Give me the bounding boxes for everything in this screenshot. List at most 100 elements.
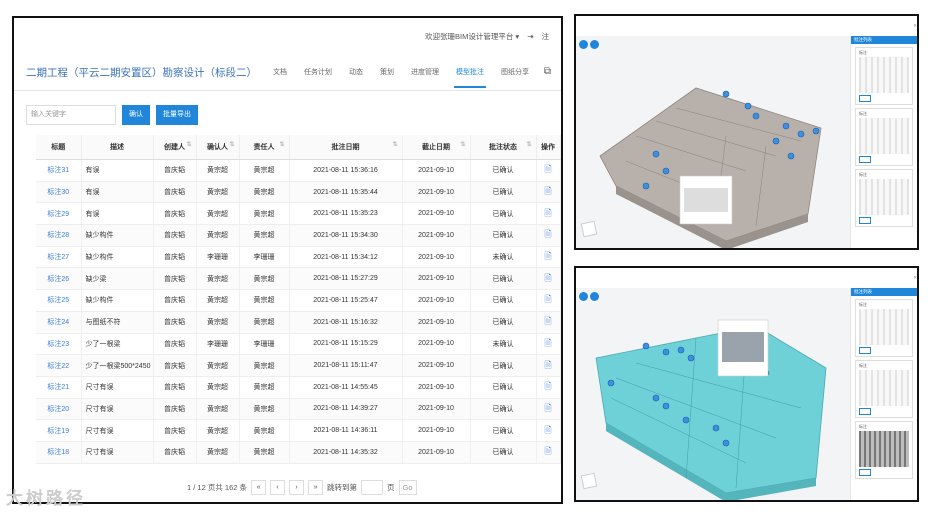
document-icon[interactable]: 🗎 [544, 229, 551, 239]
first-page-button[interactable]: « [251, 480, 267, 495]
table-row[interactable]: 标注23 少了一根梁 曾庆韬 李珊珊 李珊珊 2021-08-11 15:15:29 202… [36, 333, 561, 356]
cell-desc: 缺少构件 [81, 246, 154, 269]
cell-title[interactable]: 标注27 [36, 246, 82, 269]
table-row[interactable]: 标注29 有误 曾庆韬 黄宗超 黄宗超 2021-08-11 15:35:23 2021-0… [36, 202, 561, 226]
page-jump-input[interactable] [361, 480, 384, 495]
search-icon[interactable] [590, 40, 599, 49]
tab-4[interactable]: 进度管理 [411, 56, 439, 88]
table-row[interactable]: 标注18 尺寸有误 曾庆韬 黄宗超 黄宗超 2021-08-11 14:35:32 2021… [36, 441, 561, 464]
annotation-card[interactable]: 标注 [855, 108, 913, 166]
home-icon[interactable] [579, 292, 588, 301]
card-button[interactable] [859, 408, 871, 415]
document-icon[interactable]: 🗎 [544, 251, 551, 261]
batch-export-button[interactable]: 批量导出 [156, 105, 198, 125]
column-header[interactable]: 描述 [81, 135, 154, 160]
cell-title[interactable]: 标注18 [36, 441, 82, 464]
3d-scene[interactable] [576, 288, 852, 500]
cell-title[interactable]: 标注31 [36, 159, 82, 182]
exit-label[interactable]: 注 [542, 31, 550, 42]
card-button[interactable] [859, 217, 871, 224]
table-row[interactable]: 标注28 缺少构件 曾庆韬 黄宗超 黄宗超 2021-08-11 15:34:30 2021… [36, 224, 561, 247]
document-icon[interactable]: 🗎 [544, 273, 551, 283]
column-header[interactable]: 确认人 ⇅ [196, 135, 240, 160]
annotation-card[interactable]: 标注 [855, 169, 913, 227]
table-row[interactable]: 标注22 少了一根梁500*2450 曾庆韬 黄宗超 黄宗超 2021-08-11 15:… [36, 354, 561, 377]
sort-icon[interactable]: ⇅ [526, 141, 531, 148]
document-icon[interactable]: 🗎 [544, 164, 551, 174]
document-icon[interactable]: 🗎 [544, 403, 551, 413]
cell-title[interactable]: 标注24 [36, 311, 82, 334]
tab-3[interactable]: 策划 [380, 56, 394, 88]
document-icon[interactable]: 🗎 [544, 316, 551, 326]
column-header[interactable]: 创建人 ⇅ [153, 135, 197, 160]
sort-icon[interactable]: ⇅ [279, 141, 284, 148]
keyword-search-input[interactable]: 输入关键字 [26, 105, 116, 125]
table-row[interactable]: 标注25 缺少构件 曾庆韬 黄宗超 黄宗超 2021-08-11 15:25:47 2021… [36, 289, 561, 312]
table-row[interactable]: 标注26 缺少梁 曾庆韬 黄宗超 黄宗超 2021-08-11 15:27:29 2021-… [36, 267, 561, 291]
confirm-button[interactable]: 确认 [122, 105, 150, 125]
3d-scene[interactable] [576, 36, 852, 248]
go-button[interactable]: Go [398, 480, 417, 495]
prev-page-button[interactable]: ‹ [270, 480, 286, 495]
search-icon[interactable] [590, 292, 599, 301]
annotation-card[interactable]: 标注 [855, 47, 913, 105]
column-header[interactable]: 标题 [36, 135, 82, 160]
sort-icon[interactable]: ⇅ [229, 141, 234, 148]
close-icon[interactable]: ✕ [913, 275, 917, 281]
tab-6[interactable]: 图纸分享 [501, 56, 529, 88]
table-row[interactable]: 标注27 缺少构件 曾庆韬 李珊珊 李珊珊 2021-08-11 15:34:12 2021… [36, 246, 561, 269]
column-header[interactable]: 批注状态 ⇅ [470, 135, 537, 160]
cell-title[interactable]: 标注19 [36, 419, 82, 442]
card-button[interactable] [859, 156, 871, 163]
annotation-card[interactable]: 标注 [855, 360, 913, 418]
view-cube[interactable] [580, 220, 598, 238]
next-page-button[interactable]: › [289, 480, 305, 495]
cell-title[interactable]: 标注28 [36, 224, 82, 247]
card-button[interactable] [859, 347, 871, 354]
card-button[interactable] [859, 95, 871, 102]
annotation-card[interactable]: 标注 [855, 299, 913, 357]
document-icon[interactable]: 🗎 [544, 360, 551, 370]
document-icon[interactable]: 🗎 [544, 338, 551, 348]
last-page-button[interactable]: » [308, 480, 324, 495]
external-link-icon[interactable]: ⧉ [544, 66, 551, 77]
card-button[interactable] [859, 469, 871, 476]
document-icon[interactable]: 🗎 [544, 186, 551, 196]
table-row[interactable]: 标注24 与图纸不符 曾庆韬 黄宗超 黄宗超 2021-08-11 15:16:32 202… [36, 311, 561, 334]
table-row[interactable]: 标注20 尺寸有误 曾庆韬 黄宗超 黄宗超 2021-08-11 14:39:27 2021… [36, 398, 561, 421]
tab-5[interactable]: 模型批注 [454, 56, 486, 88]
sort-icon[interactable]: ⇅ [392, 141, 397, 148]
document-icon[interactable]: 🗎 [544, 446, 551, 456]
exit-icon[interactable]: ⇥ [527, 32, 533, 41]
column-header[interactable]: 操作 [536, 135, 561, 160]
document-icon[interactable]: 🗎 [544, 294, 551, 304]
cell-title[interactable]: 标注22 [36, 354, 82, 377]
column-header[interactable]: 截止日期 ⇅ [402, 135, 471, 160]
cell-title[interactable]: 标注23 [36, 333, 82, 356]
annotation-card[interactable]: 标注 [855, 421, 913, 479]
table-row[interactable]: 标注30 有误 曾庆韬 黄宗超 黄宗超 2021-08-11 15:35:44 2021-0… [36, 181, 561, 204]
sort-icon[interactable]: ⇅ [460, 141, 465, 148]
view-cube[interactable] [580, 472, 598, 490]
document-icon[interactable]: 🗎 [544, 208, 551, 218]
tab-2[interactable]: 动态 [349, 56, 363, 88]
tab-1[interactable]: 任务计划 [304, 56, 332, 88]
tab-0[interactable]: 文档 [273, 56, 287, 88]
table-row[interactable]: 标注31 有误 曾庆韬 黄宗超 黄宗超 2021-08-11 15:36:16 2021-0… [36, 159, 561, 182]
column-header[interactable]: 批注日期 ⇅ [289, 135, 403, 160]
column-header[interactable]: 责任人 ⇅ [239, 135, 290, 160]
cell-title[interactable]: 标注20 [36, 398, 82, 421]
table-row[interactable]: 标注19 尺寸有误 曾庆韬 黄宗超 黄宗超 2021-08-11 14:36:11 2021… [36, 419, 561, 442]
close-icon[interactable]: ✕ [913, 23, 917, 29]
sort-icon[interactable]: ⇅ [186, 141, 191, 148]
cell-title[interactable]: 标注30 [36, 181, 82, 204]
cell-title[interactable]: 标注21 [36, 376, 82, 399]
home-icon[interactable] [579, 40, 588, 49]
table-row[interactable]: 标注21 尺寸有误 曾庆韬 黄宗超 黄宗超 2021-08-11 14:55:45 2021… [36, 376, 561, 399]
document-icon[interactable]: 🗎 [544, 425, 551, 435]
welcome-user-menu[interactable]: 欢迎张珊BIM设计管理平台 ▾ [425, 31, 519, 42]
cell-title[interactable]: 标注29 [36, 202, 82, 226]
cell-title[interactable]: 标注25 [36, 289, 82, 312]
cell-title[interactable]: 标注26 [36, 267, 82, 291]
document-icon[interactable]: 🗎 [544, 381, 551, 391]
